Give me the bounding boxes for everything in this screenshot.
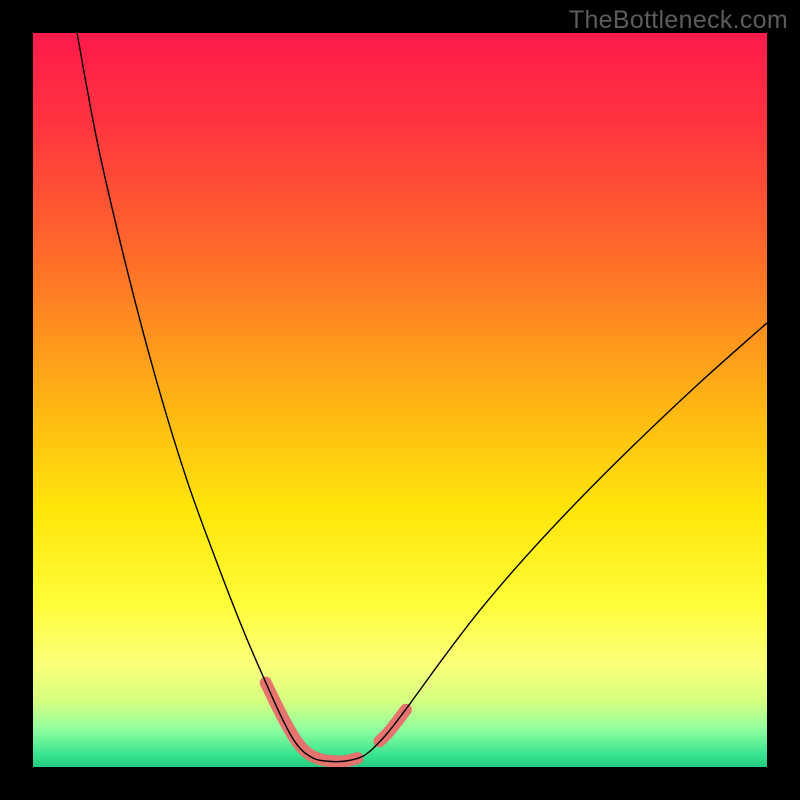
plot-area xyxy=(33,33,767,767)
chart-svg xyxy=(33,33,767,767)
watermark-text: TheBottleneck.com xyxy=(569,6,788,35)
chart-frame: TheBottleneck.com xyxy=(0,0,800,800)
gradient-background xyxy=(33,33,767,767)
